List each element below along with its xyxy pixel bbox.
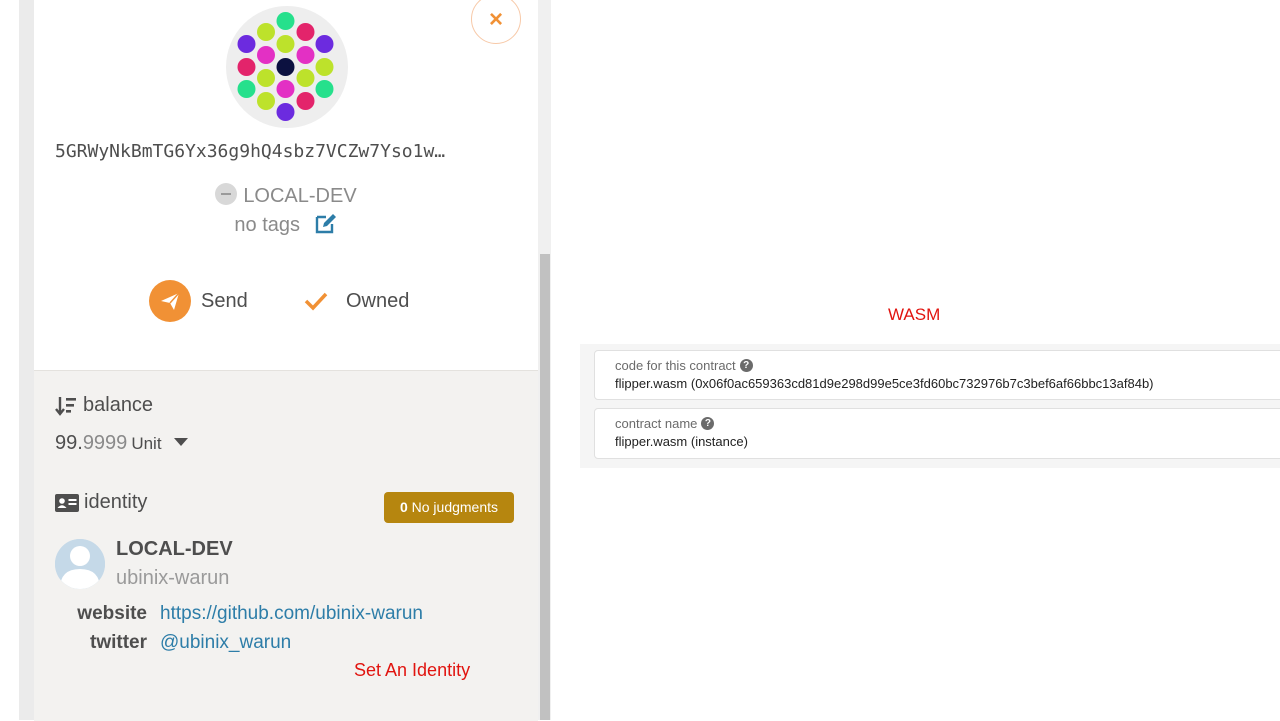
website-label: website — [77, 603, 147, 624]
id-card-icon — [55, 493, 79, 512]
identicon[interactable] — [226, 6, 348, 128]
network-icon — [215, 183, 238, 205]
balance-whole: 99. — [55, 432, 83, 454]
identity-heading: identity — [55, 491, 147, 514]
identicon-dot — [257, 92, 275, 110]
user-avatar-icon — [55, 539, 105, 589]
judgment-badge: 0 No judgments — [384, 492, 514, 523]
close-icon: × — [488, 6, 503, 33]
left-gutter — [0, 0, 19, 720]
contract-name-label-text: contract name — [615, 416, 698, 431]
send-icon — [149, 280, 191, 322]
sidebar-scrollbar-thumb[interactable] — [540, 254, 550, 720]
identity-title: identity — [84, 491, 148, 513]
sort-icon — [55, 396, 76, 416]
twitter-label: twitter — [90, 632, 147, 653]
send-label: Send — [201, 289, 248, 312]
network-row: LOCAL-DEV — [0, 183, 572, 208]
identicon-dot — [257, 23, 275, 41]
balance-fraction: 9999 — [82, 432, 128, 454]
send-button[interactable]: Send — [149, 280, 248, 322]
network-label: LOCAL-DEV — [243, 185, 357, 207]
twitter-link[interactable]: @ubinix_warun — [160, 632, 291, 654]
identicon-dot — [276, 80, 295, 98]
identicon-dot — [296, 92, 315, 110]
identicon-dot — [257, 46, 275, 64]
wasm-label: WASM — [888, 305, 941, 324]
balance-value[interactable]: 99.9999 Unit — [55, 432, 188, 455]
code-field-label-text: code for this contract — [615, 358, 736, 373]
identicon-dot — [237, 58, 256, 76]
edit-icon[interactable] — [314, 212, 338, 234]
identicon-dot — [237, 80, 256, 98]
identicon-dot — [296, 46, 315, 64]
balance-heading: balance — [55, 394, 153, 417]
help-icon[interactable]: ? — [701, 417, 715, 430]
balance-unit: Unit — [131, 434, 162, 453]
identicon-dot — [276, 103, 295, 121]
website-link[interactable]: https://github.com/ubinix-warun — [160, 603, 423, 625]
judgment-text: No judgments — [411, 499, 499, 515]
identity-display-name: LOCAL-DEV — [116, 538, 233, 560]
code-field-label: code for this contract ? — [615, 358, 753, 373]
code-field[interactable]: code for this contract ? flipper.wasm (0… — [594, 350, 1280, 400]
left-overlay-strip — [19, 0, 34, 720]
contract-name-value: flipper.wasm (instance) — [615, 434, 748, 449]
judgment-count: 0 — [399, 499, 408, 515]
identicon-dot — [237, 35, 256, 53]
account-address: 5GRWyNkBmTG6Yx36g9hQ4sbz7VCZw7Yso1w… — [55, 141, 446, 162]
check-icon — [304, 292, 328, 311]
code-field-value: flipper.wasm (0x06f0ac659363cd81d9e298d9… — [615, 376, 1154, 391]
identicon-dot — [315, 80, 334, 98]
owned-label: Owned — [346, 289, 410, 312]
balance-title: balance — [83, 394, 154, 416]
identicon-dot — [296, 23, 315, 41]
chevron-down-icon[interactable] — [173, 438, 188, 446]
identicon-dot — [276, 58, 295, 76]
contract-name-label: contract name ? — [615, 416, 715, 431]
identicon-dot — [276, 35, 295, 53]
tags-row: no tags — [0, 212, 572, 237]
identicon-dot — [315, 58, 334, 76]
identicon-dot — [257, 69, 275, 87]
help-icon[interactable]: ? — [739, 359, 753, 372]
contract-name-field[interactable]: contract name ? flipper.wasm (instance) — [594, 408, 1280, 459]
owned-status: Owned — [304, 280, 409, 322]
tags-label: no tags — [234, 214, 301, 236]
identicon-dot — [276, 12, 295, 30]
identicon-dot — [296, 69, 315, 87]
identity-legal-name: ubinix-warun — [116, 567, 230, 589]
identicon-dot — [315, 35, 334, 53]
set-identity-link[interactable]: Set An Identity — [354, 660, 470, 681]
